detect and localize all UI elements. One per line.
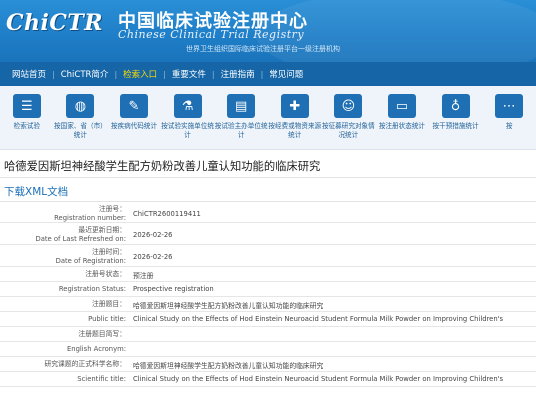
detail-value: Clinical Study on the Effects of Hod Ein… xyxy=(133,375,504,383)
detail-label: 注册号状态： xyxy=(85,270,126,278)
detail-value: Clinical Study on the Effects of Hod Ein… xyxy=(133,315,504,323)
tool-search-trials[interactable]: ☰ 检索试验 xyxy=(0,86,54,149)
stats-toolbar: ☰ 检索试验 ◍ 按国家、省（市）统计 ✎ 按疾病代码统计 ⚗ 按试验实施单位统… xyxy=(0,86,536,150)
detail-label: Registration Status: xyxy=(58,285,126,293)
tool-more[interactable]: ⋯ 按 xyxy=(482,86,536,149)
nav-search[interactable]: 检索入口 xyxy=(119,68,161,80)
detail-value: Prospective registration xyxy=(133,285,214,293)
tool-by-recruitment[interactable]: ☺ 按征募研究对象情况统计 xyxy=(322,86,376,149)
divider xyxy=(0,177,536,178)
site-subtitle: 世界卫生组织国际临床试验注册平台一级注册机构 xyxy=(186,45,340,53)
clipboard-icon: ▤ xyxy=(227,94,256,118)
chictr-logo[interactable]: ChiCTR xyxy=(6,8,103,38)
detail-row-registration-number: 注册号： Registration number: ChiCTR260011941… xyxy=(0,202,536,223)
registration-icon: ▭ xyxy=(387,94,416,118)
detail-value: 预注册 xyxy=(133,272,154,280)
site-name-en: Chinese Clinical Trial Registry xyxy=(118,28,305,41)
main-nav: 网站首页 | ChiCTR简介 | 检索入口 | 重要文件 | 注册指南 | 常… xyxy=(0,62,536,86)
nav-separator: | xyxy=(260,69,264,79)
detail-label: 注册时间： Date of Registration: xyxy=(55,248,126,266)
detail-label: 注册题目： xyxy=(92,300,126,308)
tool-label: 检索试验 xyxy=(13,122,40,130)
detail-value: 哈德爱因斯坦神经酸学生配方奶粉改善儿童认知功能的临床研究 xyxy=(133,302,324,310)
detail-label: English Acronym: xyxy=(66,345,126,353)
detail-label: 注册题目简写： xyxy=(78,330,126,338)
tool-label: 按注册状态统计 xyxy=(378,122,426,130)
tool-label: 按试验实施单位统计 xyxy=(161,122,214,139)
detail-row-scientific-title-en: Scientific title: Clinical Study on the … xyxy=(0,372,536,387)
site-header: ChiCTR 中国临床试验注册中心 Chinese Clinical Trial… xyxy=(0,0,536,62)
detail-row-acronym-cn: 注册题目简写： xyxy=(0,327,536,342)
tool-label: 按 xyxy=(505,122,513,130)
trial-details-table: 注册号： Registration number: ChiCTR260011941… xyxy=(0,202,536,387)
world-map-icon: ◍ xyxy=(66,94,95,118)
intervention-icon: ♁ xyxy=(441,94,470,118)
tool-label: 按经费或物资来源统计 xyxy=(268,122,322,139)
nav-documents[interactable]: 重要文件 xyxy=(168,68,210,80)
detail-row-scientific-title-cn: 研究课题的正式科学名称： 哈德爱因斯坦神经酸学生配方奶粉改善儿童认知功能的临床研… xyxy=(0,357,536,372)
tool-by-disease[interactable]: ✎ 按疾病代码统计 xyxy=(107,86,161,149)
tool-label: 按试验主办单位统计 xyxy=(214,122,268,139)
detail-row-public-title: Public title: Clinical Study on the Effe… xyxy=(0,312,536,327)
nav-faq[interactable]: 常见问题 xyxy=(265,68,307,80)
detail-label: 研究课题的正式科学名称： xyxy=(44,360,126,368)
detail-row-registration-date: 注册时间： Date of Registration: 2026-02-26 xyxy=(0,245,536,267)
tool-label: 按干预措施统计 xyxy=(432,122,479,130)
detail-row-status-en: Registration Status: Prospective registr… xyxy=(0,282,536,297)
tool-label: 按国家、省（市）统计 xyxy=(54,122,107,139)
list-icon: ☰ xyxy=(12,94,41,118)
people-icon: ☺ xyxy=(334,94,363,118)
detail-value: ChiCTR2600119411 xyxy=(133,210,201,218)
nav-about[interactable]: ChiCTR简介 xyxy=(57,68,113,80)
detail-label: 注册号： Registration number: xyxy=(54,205,126,223)
detail-value: 2026-02-26 xyxy=(133,231,173,239)
tool-by-country[interactable]: ◍ 按国家、省（市）统计 xyxy=(54,86,108,149)
download-xml-link[interactable]: 下载XML文档 xyxy=(4,184,68,199)
tool-label: 按疾病代码统计 xyxy=(110,122,158,130)
dna-icon: ✎ xyxy=(119,94,148,118)
nav-home[interactable]: 网站首页 xyxy=(8,68,50,80)
detail-label: 最近更新日期： Date of Last Refreshed on: xyxy=(35,226,126,244)
tool-by-funding[interactable]: ✚ 按经费或物资来源统计 xyxy=(268,86,322,149)
detail-row-title-cn: 注册题目： 哈德爱因斯坦神经酸学生配方奶粉改善儿童认知功能的临床研究 xyxy=(0,297,536,312)
tool-by-sponsor[interactable]: ▤ 按试验主办单位统计 xyxy=(214,86,268,149)
tool-by-intervention[interactable]: ♁ 按干预措施统计 xyxy=(429,86,483,149)
tool-by-institution[interactable]: ⚗ 按试验实施单位统计 xyxy=(161,86,215,149)
flask-icon: ⚗ xyxy=(173,94,202,118)
nav-guide[interactable]: 注册指南 xyxy=(217,68,259,80)
logo-text: ChiCTR xyxy=(6,10,104,36)
nav-separator: | xyxy=(163,69,166,79)
page-title: 哈德爱因斯坦神经酸学生配方奶粉改善儿童认知功能的临床研究 xyxy=(4,160,321,173)
detail-label: Public title: xyxy=(88,315,126,323)
nav-separator: | xyxy=(114,69,118,79)
tool-by-status[interactable]: ▭ 按注册状态统计 xyxy=(375,86,429,149)
tool-label: 按征募研究对象情况统计 xyxy=(321,122,375,139)
detail-row-acronym-en: English Acronym: xyxy=(0,342,536,357)
nav-separator: | xyxy=(211,69,215,79)
detail-row-status-cn: 注册号状态： 预注册 xyxy=(0,267,536,282)
detail-row-last-refreshed: 最近更新日期： Date of Last Refreshed on: 2026-0… xyxy=(0,223,536,245)
medkit-icon: ✚ xyxy=(280,94,309,118)
nav-separator: | xyxy=(52,69,55,79)
detail-value: 2026-02-26 xyxy=(133,253,173,261)
detail-label: Scientific title: xyxy=(77,375,126,383)
detail-value: 哈德爱因斯坦神经酸学生配方奶粉改善儿童认知功能的临床研究 xyxy=(133,362,324,370)
more-icon: ⋯ xyxy=(495,94,524,118)
